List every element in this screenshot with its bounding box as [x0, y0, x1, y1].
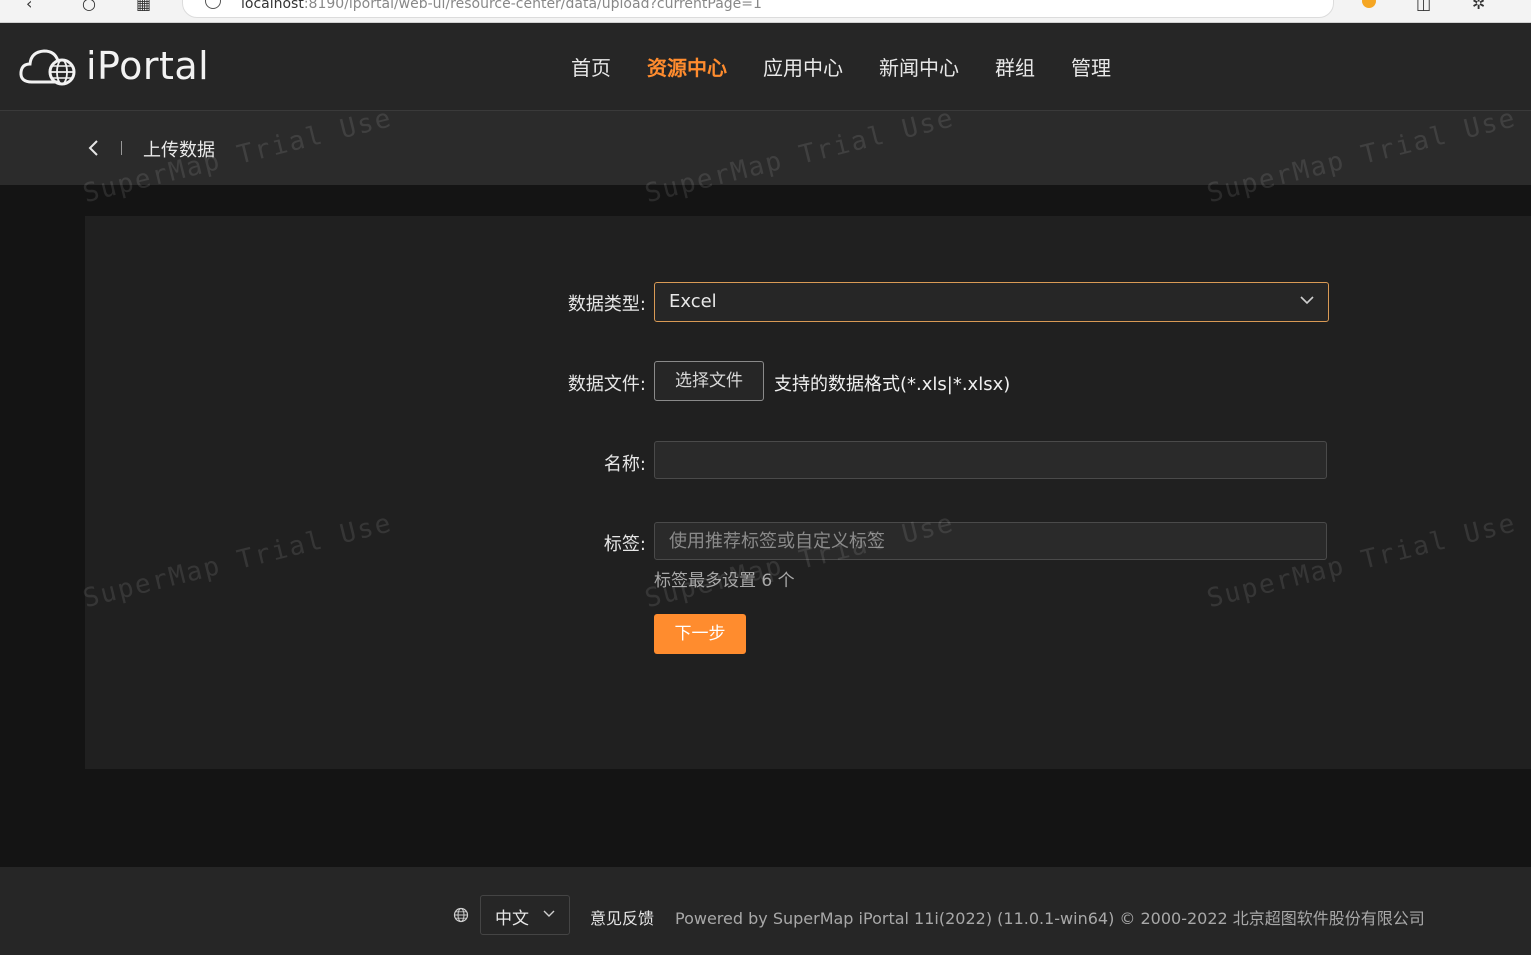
top-header: iPortal 首页 资源中心 应用中心 新闻中心 群组 管理 — [0, 23, 1531, 111]
nav-groups[interactable]: 群组 — [995, 52, 1035, 81]
logo-text: iPortal — [86, 44, 210, 88]
powered-by-text: Powered by SuperMap iPortal 11i(2022) (1… — [675, 909, 1425, 928]
globe-icon — [453, 907, 469, 923]
language-select[interactable]: 中文 — [480, 895, 570, 935]
header-divider — [121, 141, 122, 155]
chevron-down-icon — [1300, 296, 1314, 305]
choose-file-button[interactable]: 选择文件 — [654, 361, 764, 401]
extension-icon[interactable] — [1362, 0, 1376, 8]
main-navigation: 首页 资源中心 应用中心 新闻中心 群组 管理 — [553, 23, 1129, 110]
chevron-left-icon[interactable] — [86, 137, 102, 159]
page-title: 上传数据 — [143, 140, 215, 161]
nav-app-center[interactable]: 应用中心 — [763, 52, 843, 81]
language-value: 中文 — [495, 909, 529, 929]
back-arrow-icon[interactable]: ‹ — [26, 0, 32, 13]
data-file-label: 数据文件: — [567, 374, 646, 395]
tags-label: 标签: — [603, 534, 646, 555]
data-type-label: 数据类型: — [567, 294, 646, 315]
browser-toolbar: ‹ ○ ▦ localhost:8190/iportal/web-ui/reso… — [0, 0, 1531, 23]
name-input[interactable] — [654, 441, 1327, 479]
tags-limit-hint: 标签最多设置 6 个 — [654, 571, 795, 591]
sub-header: 上传数据 — [0, 111, 1531, 185]
nav-resource-center[interactable]: 资源中心 — [647, 52, 727, 81]
settings-icon[interactable]: ✲ — [1472, 0, 1485, 13]
refresh-icon[interactable]: ○ — [82, 0, 96, 13]
cloud-globe-logo-icon — [19, 49, 76, 86]
name-label: 名称: — [603, 454, 646, 475]
chevron-down-icon — [543, 910, 555, 917]
apps-icon[interactable]: ▦ — [136, 0, 151, 13]
feedback-link[interactable]: 意见反馈 — [590, 905, 654, 929]
address-bar[interactable]: localhost:8190/iportal/web-ui/resource-c… — [182, 0, 1334, 18]
collections-icon[interactable]: ◫ — [1416, 0, 1431, 13]
next-step-button[interactable]: 下一步 — [654, 614, 746, 654]
nav-admin[interactable]: 管理 — [1071, 52, 1111, 81]
footer: 中文 意见反馈 Powered by SuperMap iPortal 11i(… — [0, 867, 1531, 955]
supported-formats-text: 支持的数据格式(*.xls|*.xlsx) — [774, 374, 1011, 395]
nav-home[interactable]: 首页 — [571, 52, 611, 81]
nav-news-center[interactable]: 新闻中心 — [879, 52, 959, 81]
data-type-value: Excel — [669, 291, 717, 312]
tags-input[interactable] — [654, 522, 1327, 560]
data-type-select[interactable]: Excel — [654, 282, 1329, 322]
url-text: localhost:8190/iportal/web-ui/resource-c… — [241, 0, 762, 12]
logo[interactable]: iPortal — [18, 41, 209, 91]
site-info-icon[interactable] — [205, 0, 221, 9]
